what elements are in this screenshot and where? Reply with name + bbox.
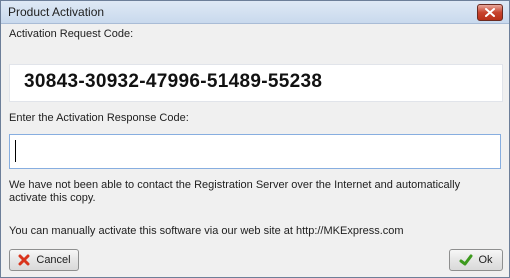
- dialog-content: Activation Request Code: 30843-30932-479…: [1, 24, 509, 277]
- response-code-label: Enter the Activation Response Code:: [9, 112, 189, 124]
- ok-button-label: Ok: [478, 254, 493, 266]
- product-activation-dialog: Product Activation Activation Request Co…: [0, 0, 510, 278]
- close-icon: [485, 8, 495, 17]
- cancel-button[interactable]: Cancel: [9, 249, 79, 271]
- request-code-label: Activation Request Code:: [9, 28, 134, 40]
- window-title: Product Activation: [8, 5, 105, 19]
- close-button[interactable]: [477, 4, 503, 21]
- ok-button[interactable]: Ok: [449, 249, 503, 271]
- x-icon: [18, 254, 30, 266]
- title-bar: Product Activation: [1, 1, 509, 24]
- request-code-value: 30843-30932-47996-51489-55238: [24, 71, 323, 92]
- manual-activation-text: You can manually activate this software …: [9, 225, 404, 237]
- response-code-input[interactable]: [9, 134, 501, 169]
- checkmark-icon: [459, 254, 473, 266]
- text-caret: [15, 140, 16, 162]
- cancel-button-label: Cancel: [36, 254, 71, 266]
- connection-message: We have not been able to contact the Reg…: [9, 179, 461, 204]
- request-code-box: 30843-30932-47996-51489-55238: [9, 64, 503, 102]
